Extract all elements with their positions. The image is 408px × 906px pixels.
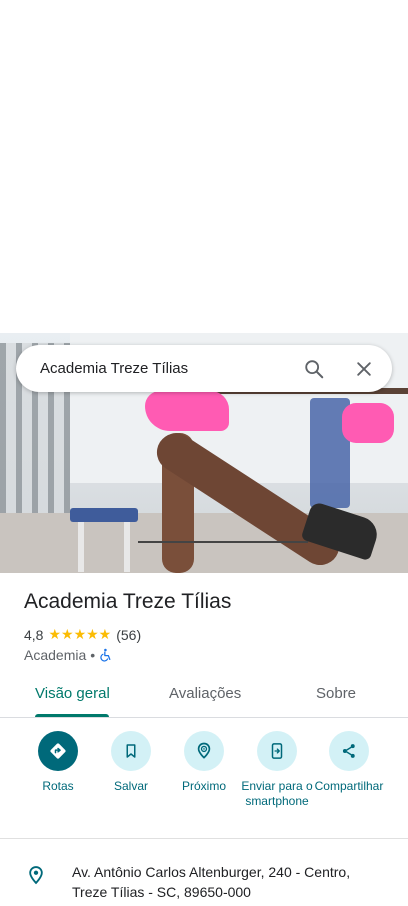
search-input[interactable]: Academia Treze Tílias xyxy=(40,360,296,377)
wheelchair-accessible-icon xyxy=(100,648,111,662)
share-button[interactable]: Compartilhar xyxy=(309,731,389,794)
address-text[interactable]: Av. Antônio Carlos Altenburger, 240 - Ce… xyxy=(72,862,382,902)
reviews-count[interactable]: (56) xyxy=(116,627,141,643)
section-divider xyxy=(0,838,408,839)
photo-shorts xyxy=(145,391,229,431)
photo-bench-leg xyxy=(78,522,84,572)
close-button[interactable] xyxy=(346,351,382,387)
directions-button-circle[interactable] xyxy=(38,731,78,771)
separator-dot: • xyxy=(90,647,96,663)
send-to-phone-icon xyxy=(271,743,283,759)
nearby-icon xyxy=(197,742,211,759)
place-title: Academia Treze Tílias xyxy=(24,590,232,613)
photo-bench-leg xyxy=(124,522,130,572)
tab-reviews[interactable]: Avaliações xyxy=(169,685,241,702)
nearby-label: Próximo xyxy=(181,779,226,793)
send-to-phone-label: Enviar para o smartphone xyxy=(241,779,313,808)
send-to-phone-button-circle[interactable] xyxy=(257,731,297,771)
active-tab-indicator xyxy=(35,714,109,717)
bookmark-icon xyxy=(126,744,136,758)
save-button[interactable]: Salvar xyxy=(91,731,171,794)
save-label: Salvar xyxy=(113,779,148,793)
category-row: Academia • xyxy=(24,647,113,663)
search-button[interactable] xyxy=(296,351,332,387)
share-label: Compartilhar xyxy=(314,779,384,793)
share-icon xyxy=(342,744,355,758)
photo-shorts-reflection xyxy=(342,403,394,443)
tab-overview[interactable]: Visão geral xyxy=(35,685,110,702)
share-button-circle[interactable] xyxy=(329,731,369,771)
directions-button[interactable]: Rotas xyxy=(18,731,98,794)
location-pin-icon xyxy=(29,866,43,885)
nearby-button-circle[interactable] xyxy=(184,731,224,771)
close-icon xyxy=(357,361,371,376)
tab-about[interactable]: Sobre xyxy=(316,685,356,702)
rating-stars: ★★★★★ xyxy=(48,626,112,642)
search-bar[interactable]: Academia Treze Tílias xyxy=(16,345,392,392)
photo-cable xyxy=(138,541,308,543)
photo-bench xyxy=(70,508,138,522)
action-buttons: Rotas Salvar Próximo Enviar para o smart… xyxy=(0,731,408,837)
send-to-phone-button[interactable]: Enviar para o smartphone xyxy=(237,731,317,809)
save-button-circle[interactable] xyxy=(111,731,151,771)
rating-value: 4,8 xyxy=(24,626,44,643)
directions-label: Rotas xyxy=(42,779,74,793)
tab-bar: Visão geral Avaliações Sobre xyxy=(0,673,408,718)
place-category[interactable]: Academia xyxy=(24,647,86,663)
search-icon xyxy=(305,359,324,378)
directions-icon xyxy=(50,743,66,759)
rating-row[interactable]: 4,8 ★★★★★ (56) xyxy=(24,626,141,643)
nearby-button[interactable]: Próximo xyxy=(164,731,244,794)
